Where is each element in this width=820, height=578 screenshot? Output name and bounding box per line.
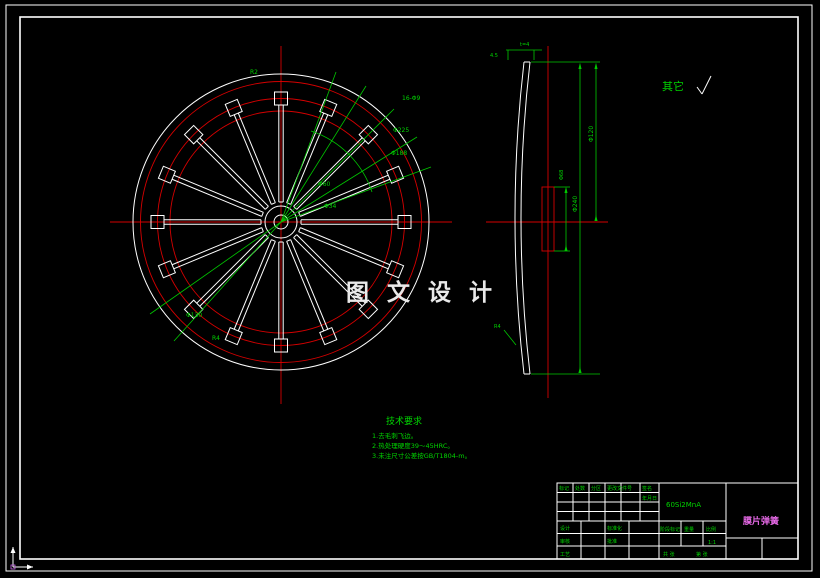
tb-header: 签名 [642,485,652,492]
tech-note-line: 1.去毛刺飞边。 [372,431,417,440]
title-block: 标记 处数 分区 更改文件号 签名 年月日 设计 审核 工艺 标准化 批准 60… [556,482,799,560]
tb-row-label: 工艺 [560,552,570,558]
dim-label: t=4 [520,42,529,48]
side-centerlines [486,46,608,398]
material-section: 60Si2MnA 阶段标记 重量 比例 1:1 共 张 第 张 [659,501,726,558]
tech-note-line: 2.热处理硬度39～45HRC。 [372,441,454,450]
tech-notes-title: 技术要求 [386,415,422,427]
material-spec: 60Si2MnA [666,501,701,509]
front-centerlines [110,46,452,404]
dim-label: Φ68 [559,170,565,180]
roughness-note: 其它 [662,75,712,95]
side-dims [503,49,600,375]
tb-field: 阶段标记 [660,526,680,533]
tech-note-line: 3.未注尺寸公差按GB/T1804-m。 [372,451,471,460]
dim-label: 4.5 [490,53,498,59]
sheet-number: 第 张 [696,551,708,558]
dim-label: Φ188 [391,150,407,157]
cad-canvas: R2 16-Φ9 Φ225 Φ188 Φ60 Φ34 Φ130 R4 4.5 t… [5,4,813,572]
tb-field: 比例 [706,526,716,533]
dim-label: Φ130 [186,312,202,319]
tb-row-label: 标准化 [607,525,622,532]
front-view: R2 16-Φ9 Φ225 Φ188 Φ60 Φ34 Φ130 R4 [110,46,452,404]
dim-label: R4 [494,324,501,330]
tb-row-label: 审核 [560,538,570,545]
tech-notes: 技术要求 1.去毛刺飞边。 2.热处理硬度39～45HRC。 3.未注尺寸公差按… [372,415,471,460]
dim-label: Φ225 [393,127,409,134]
sheet-count: 共 张 [663,551,675,558]
dim-label: Φ120 [588,126,595,142]
tb-header: 分区 [591,485,601,492]
side-view: 4.5 t=4 Φ240 Φ120 Φ68 R4 [486,42,608,398]
dim-label: Φ34 [324,203,337,210]
other-surfaces-label: 其它 [662,79,684,93]
scale-value: 1:1 [708,540,716,546]
tb-field: 重量 [684,526,694,533]
dim-label: 16-Φ9 [402,95,421,102]
tb-header: 处数 [575,485,585,492]
dim-label: Φ240 [572,196,579,212]
dim-label: R4 [212,335,220,342]
tb-row-label: 批准 [607,538,617,545]
disc-profile [514,61,531,375]
part-name-section: 膜片弹簧 [726,515,798,559]
tb-row-label: 设计 [560,525,570,532]
part-name: 膜片弹簧 [742,515,779,527]
roughness-icon [696,75,712,95]
dim-label: Φ60 [318,181,331,188]
tb-header: 更改文件号 [607,485,632,492]
tb-header: 标记 [559,485,569,492]
watermark-text: 图 文 设 计 [346,279,497,306]
cad-drawing-stage: R2 16-Φ9 Φ225 Φ188 Φ60 Φ34 Φ130 R4 4.5 t… [0,0,820,578]
revision-grid: 标记 处数 分区 更改文件号 签名 年月日 设计 审核 工艺 标准化 批准 [557,483,659,559]
tb-header: 年月日 [642,495,657,502]
dim-label: R2 [250,69,258,76]
